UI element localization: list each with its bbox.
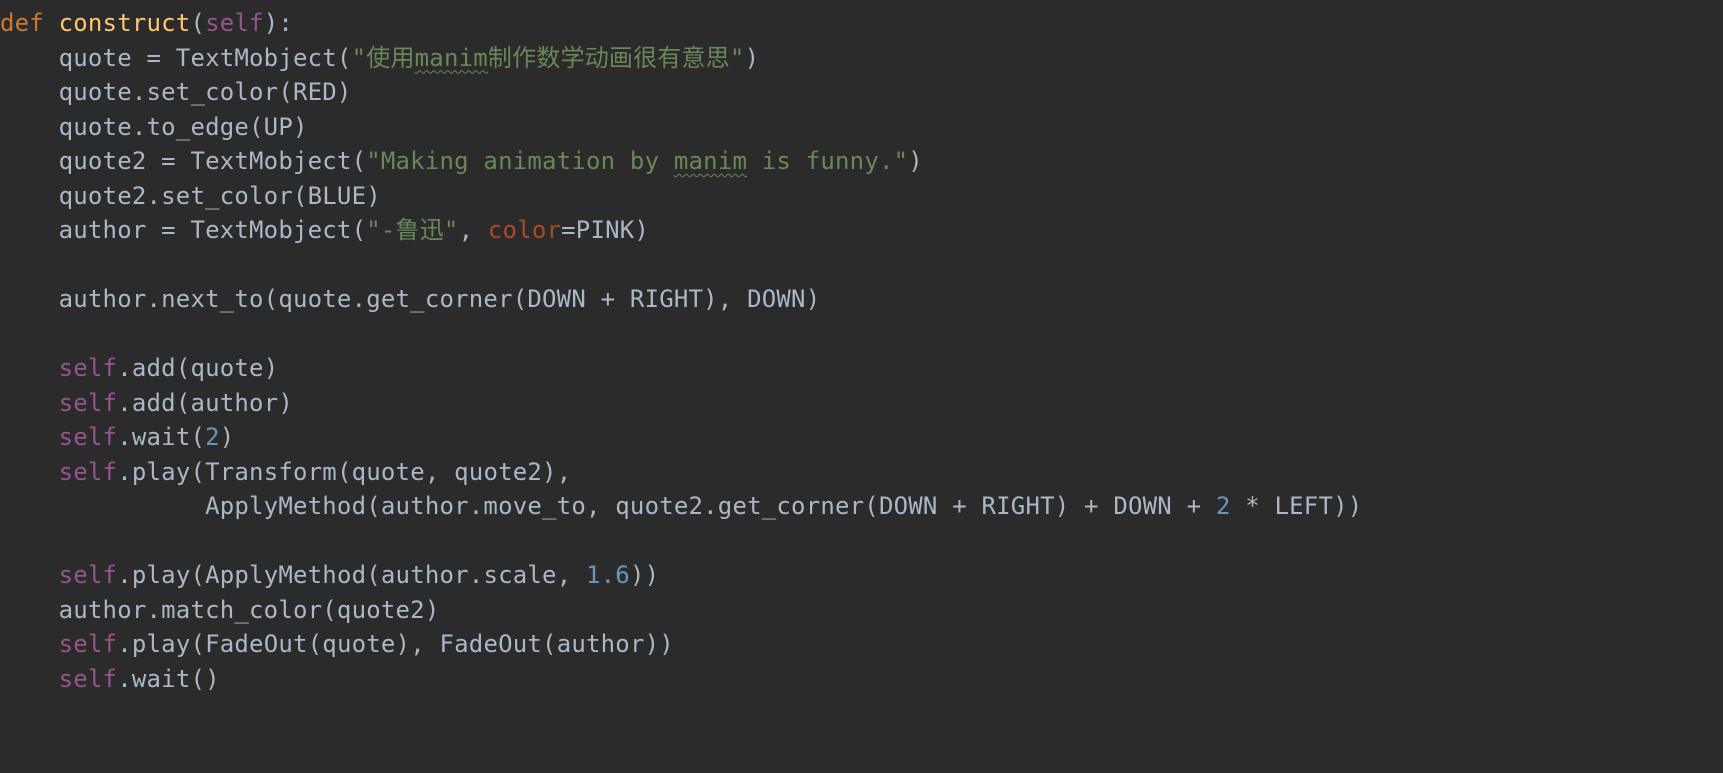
code-text: .play(Transform(quote, quote2), — [117, 458, 571, 486]
indent — [0, 423, 59, 451]
code-line: self.play(FadeOut(quote), FadeOut(author… — [0, 630, 674, 658]
keyword-def: def — [0, 9, 44, 37]
code-text: .wait( — [117, 423, 205, 451]
code-text: .play(FadeOut(quote), FadeOut(author)) — [117, 630, 674, 658]
code-line: self.wait() — [0, 665, 220, 693]
paren: ) — [908, 147, 923, 175]
code-line: quote.to_edge(UP) — [0, 113, 308, 141]
code-line: author.match_color(quote2) — [0, 596, 439, 624]
indent — [0, 458, 59, 486]
code-line: self.wait(2) — [0, 423, 234, 451]
code-text: quote2.set_color(BLUE) — [0, 182, 381, 210]
indent — [0, 354, 59, 382]
indent — [0, 389, 59, 417]
code-line: author.next_to(quote.get_corner(DOWN + R… — [0, 285, 820, 313]
code-text: author = TextMobject( — [0, 216, 366, 244]
code-text: quote2 = TextMobject( — [0, 147, 366, 175]
self-ref: self — [59, 389, 118, 417]
string: "-鲁迅" — [366, 216, 458, 244]
indent — [0, 630, 59, 658]
code-line: author = TextMobject("-鲁迅", color=PINK) — [0, 216, 649, 244]
string: is funny." — [747, 147, 908, 175]
self-ref: self — [59, 354, 118, 382]
code-line: quote = TextMobject("使用manim制作数学动画很有意思") — [0, 44, 759, 72]
paren: ) — [220, 423, 235, 451]
self-ref: self — [59, 423, 118, 451]
self-param: self — [205, 9, 264, 37]
indent — [0, 561, 59, 589]
string: "使用 — [352, 44, 415, 72]
code-line: quote.set_color(RED) — [0, 78, 352, 106]
code-text: * LEFT)) — [1231, 492, 1363, 520]
code-text: quote.set_color(RED) — [0, 78, 352, 106]
self-ref: self — [59, 665, 118, 693]
code-editor[interactable]: def construct(self): quote = TextMobject… — [0, 0, 1723, 696]
code-text: .wait() — [117, 665, 220, 693]
paren: ( — [190, 9, 205, 37]
code-line: quote2 = TextMobject("Making animation b… — [0, 147, 923, 175]
indent — [0, 665, 59, 693]
code-text: quote.to_edge(UP) — [0, 113, 308, 141]
string: "Making animation by — [366, 147, 674, 175]
string-spellcheck: manim — [674, 147, 747, 175]
self-ref: self — [59, 458, 118, 486]
code-text: .add(author) — [117, 389, 293, 417]
code-text: .play(ApplyMethod(author.scale, — [117, 561, 586, 589]
paren: ) — [745, 44, 760, 72]
string-spellcheck: manim — [415, 44, 488, 72]
code-text: =PINK) — [561, 216, 649, 244]
string: 制作数学动画很有意思" — [488, 44, 745, 72]
code-line: self.add(author) — [0, 389, 293, 417]
code-text: author.next_to(quote.get_corner(DOWN + R… — [0, 285, 820, 313]
number: 2 — [1216, 492, 1231, 520]
code-line: self.play(ApplyMethod(author.scale, 1.6)… — [0, 561, 659, 589]
code-text: .add(quote) — [117, 354, 278, 382]
number: 2 — [205, 423, 220, 451]
code-line: self.play(Transform(quote, quote2), — [0, 458, 571, 486]
paren-colon: ): — [264, 9, 293, 37]
self-ref: self — [59, 561, 118, 589]
code-line: self.add(quote) — [0, 354, 278, 382]
number: 1.6 — [586, 561, 630, 589]
comma: , — [459, 216, 488, 244]
code-text: author.match_color(quote2) — [0, 596, 439, 624]
code-line: quote2.set_color(BLUE) — [0, 182, 381, 210]
code-line: def construct(self): — [0, 9, 293, 37]
code-text: quote = TextMobject( — [0, 44, 352, 72]
code-text: ApplyMethod(author.move_to, quote2.get_c… — [0, 492, 1216, 520]
paren: )) — [630, 561, 659, 589]
function-name: construct — [59, 9, 191, 37]
code-line: ApplyMethod(author.move_to, quote2.get_c… — [0, 492, 1362, 520]
self-ref: self — [59, 630, 118, 658]
kwarg-name: color — [488, 216, 561, 244]
